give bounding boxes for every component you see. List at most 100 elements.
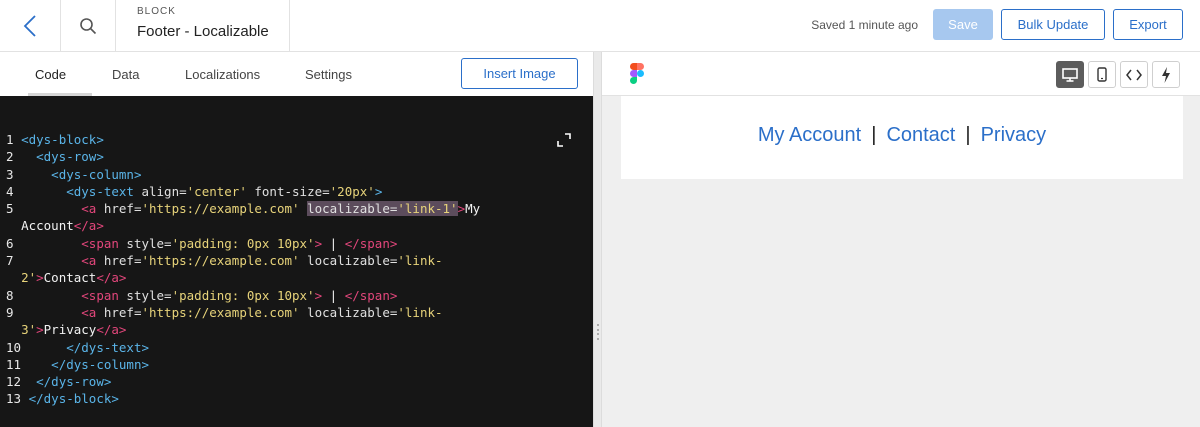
code-token: <a xyxy=(81,253,97,269)
search-icon xyxy=(80,17,97,34)
code-token: 3' xyxy=(21,322,37,338)
bulk-update-button[interactable]: Bulk Update xyxy=(1001,9,1105,40)
code-token: </dys-column> xyxy=(51,356,150,372)
code-token: </dys-block> xyxy=(28,391,119,407)
mobile-icon xyxy=(1097,67,1107,82)
code-token: 'https://example.com' xyxy=(141,304,300,320)
code-token: > xyxy=(36,322,44,338)
code-token: > xyxy=(374,183,383,199)
code-token: </span> xyxy=(344,235,398,251)
code-token: > xyxy=(457,201,466,217)
code-line: 11 </dys-column> xyxy=(6,356,480,373)
drag-handle-icon xyxy=(597,324,599,340)
figma-icon[interactable] xyxy=(630,63,644,84)
code-token: href= xyxy=(96,304,142,320)
block-kicker: BLOCK xyxy=(137,6,176,17)
line-number: 10 xyxy=(6,339,22,355)
code-editor[interactable]: 1 <dys-block> 2 <dys-row> 3 <dys-column>… xyxy=(0,96,593,427)
code-line: 13 </dys-block> xyxy=(6,390,480,407)
code-token: My xyxy=(465,201,481,217)
my-account-link[interactable]: My Account xyxy=(758,124,861,146)
line-number: 11 xyxy=(6,356,22,372)
pane-resize-handle[interactable] xyxy=(593,52,602,427)
code-token: style= xyxy=(118,235,172,251)
code-token: | xyxy=(322,235,345,251)
code-token: <dys-column> xyxy=(51,166,142,182)
line-number: 4 xyxy=(6,183,14,199)
code-token: </a> xyxy=(96,322,127,338)
code-token: <span xyxy=(81,287,119,303)
code-line: 8 <span style='padding: 0px 10px'> | </s… xyxy=(6,287,480,304)
line-number: 12 xyxy=(6,374,22,390)
code-token: > xyxy=(36,270,44,286)
code-token: Contact xyxy=(43,270,97,286)
code-token: 2' xyxy=(21,270,37,286)
tab-data[interactable]: Data xyxy=(112,67,139,82)
code-line: 2 <dys-row> xyxy=(6,148,480,165)
code-token: </a> xyxy=(96,270,127,286)
search-button[interactable] xyxy=(61,0,116,51)
code-token: 'center' xyxy=(186,183,247,199)
code-token: 'link- xyxy=(397,253,443,269)
code-token: 'padding: 0px 10px' xyxy=(171,287,315,303)
code-line: 10 </dys-text> xyxy=(6,339,480,356)
link-separator: | xyxy=(965,124,971,146)
code-token: style= xyxy=(118,287,172,303)
preview-canvas: My Account | Contact | Privacy xyxy=(621,96,1183,179)
export-button[interactable]: Export xyxy=(1113,9,1183,40)
code-token: <dys-block> xyxy=(21,132,104,147)
code-token: <dys-text xyxy=(66,183,134,199)
code-token: href= xyxy=(96,201,142,217)
code-token: '20px' xyxy=(329,183,375,199)
code-token: Privacy xyxy=(43,322,97,338)
line-number: 13 xyxy=(6,391,22,407)
insert-image-button[interactable]: Insert Image xyxy=(461,58,578,89)
code-line: Account</a> xyxy=(6,217,480,234)
desktop-icon xyxy=(1062,67,1078,82)
block-title-box: BLOCK Footer - Localizable xyxy=(116,0,290,51)
top-header: BLOCK Footer - Localizable Saved 1 minut… xyxy=(0,0,1200,52)
tab-localizations[interactable]: Localizations xyxy=(185,67,260,82)
editor-tabs: Code Data Localizations Settings Insert … xyxy=(0,52,593,96)
desktop-view-button[interactable] xyxy=(1056,61,1084,88)
line-number: 8 xyxy=(6,287,14,303)
code-token: > xyxy=(314,287,323,303)
line-number: 2 xyxy=(6,149,14,165)
code-line: 7 <a href='https://example.com' localiza… xyxy=(6,252,480,269)
code-token: <span xyxy=(81,235,119,251)
code-token: Account xyxy=(21,218,74,234)
tab-settings[interactable]: Settings xyxy=(305,67,352,82)
code-line: 3 <dys-column> xyxy=(6,166,480,183)
code-token: </a> xyxy=(73,218,104,234)
flash-button[interactable] xyxy=(1152,61,1180,88)
code-token: align= xyxy=(133,183,187,199)
code-token: 'link-1' xyxy=(397,201,458,217)
code-line: 9 <a href='https://example.com' localiza… xyxy=(6,304,480,321)
page-title: Footer - Localizable xyxy=(137,23,269,40)
code-line: 1 <dys-block> xyxy=(6,131,480,148)
code-line: 12 </dys-row> xyxy=(6,373,480,390)
expand-icon[interactable] xyxy=(557,133,571,147)
code-line: 4 <dys-text align='center' font-size='20… xyxy=(6,183,480,200)
tab-code[interactable]: Code xyxy=(35,67,66,82)
mobile-view-button[interactable] xyxy=(1088,61,1116,88)
lightning-icon xyxy=(1162,66,1170,83)
code-view-button[interactable] xyxy=(1120,61,1148,88)
code-token: </span> xyxy=(344,287,398,303)
line-number: 9 xyxy=(6,304,14,320)
code-token: font-size= xyxy=(246,183,330,199)
privacy-link[interactable]: Privacy xyxy=(981,124,1047,146)
line-number: 5 xyxy=(6,201,14,217)
chevron-left-icon xyxy=(23,14,36,37)
preview-footer-links: My Account | Contact | Privacy xyxy=(621,124,1183,147)
code-line: 6 <span style='padding: 0px 10px'> | </s… xyxy=(6,235,480,252)
code-line: 2'>Contact</a> xyxy=(6,269,480,286)
code-token: <a xyxy=(81,201,97,217)
contact-link[interactable]: Contact xyxy=(886,124,955,146)
back-button[interactable] xyxy=(0,0,61,51)
line-number: 6 xyxy=(6,235,14,251)
preview-toolbar xyxy=(602,52,1200,96)
code-token: <a xyxy=(81,304,97,320)
save-button[interactable]: Save xyxy=(933,9,993,40)
code-token: localizable= xyxy=(299,253,398,269)
